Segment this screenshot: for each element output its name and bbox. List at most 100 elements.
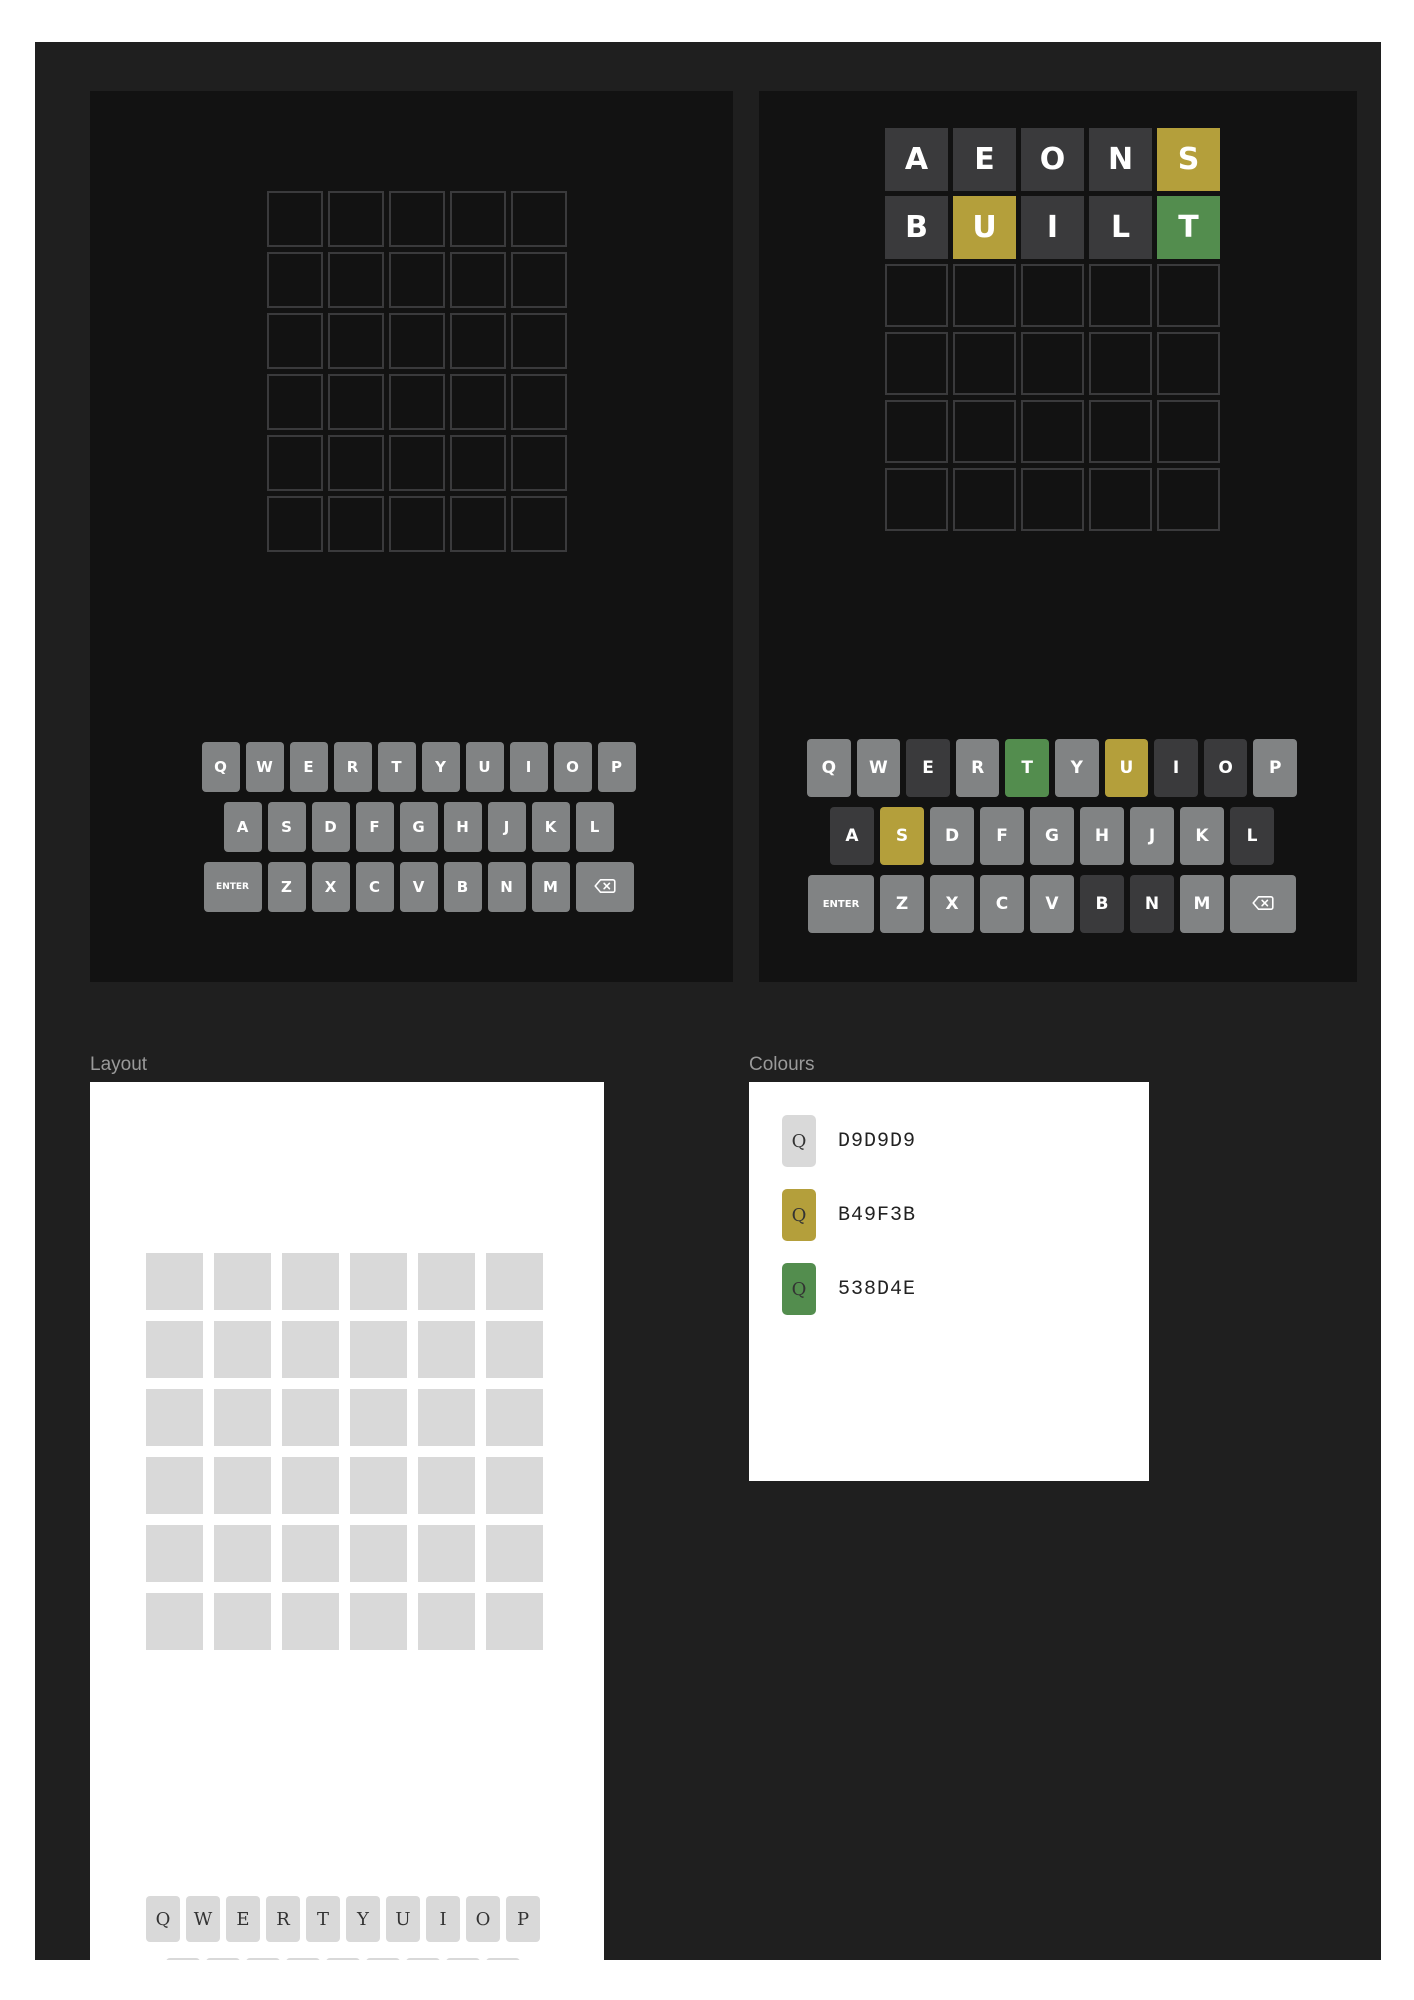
board-tile [1021, 400, 1084, 463]
enter-key[interactable]: ENTER [808, 875, 874, 933]
key-e[interactable]: E [289, 742, 328, 792]
board-tile: N [1089, 128, 1152, 191]
board-tile [389, 313, 445, 369]
key-x[interactable]: X [930, 875, 974, 933]
key-s[interactable]: S [880, 807, 924, 865]
key-c[interactable]: C [355, 862, 394, 912]
board-tile [450, 435, 506, 491]
layout-tile [214, 1321, 271, 1378]
layout-tile [214, 1389, 271, 1446]
board-tile [267, 313, 323, 369]
board-tile [267, 374, 323, 430]
board-tile [1157, 332, 1220, 395]
key-j[interactable]: J [1130, 807, 1174, 865]
key-m[interactable]: M [1180, 875, 1224, 933]
key-t[interactable]: T [377, 742, 416, 792]
key-stub [486, 1958, 520, 1960]
board-tile [1021, 264, 1084, 327]
key-e[interactable]: E [906, 739, 950, 797]
key-f[interactable]: F [355, 802, 394, 852]
key-h[interactable]: H [1080, 807, 1124, 865]
key-w[interactable]: W [245, 742, 284, 792]
keyboard-row: ENTER Z X C V B N M [807, 875, 1297, 933]
board-tile: U [953, 196, 1016, 259]
key-m[interactable]: M [531, 862, 570, 912]
key-p[interactable]: P [1253, 739, 1297, 797]
swatch-chip: Q [782, 1189, 816, 1241]
key-h[interactable]: H [443, 802, 482, 852]
key-u[interactable]: U [1104, 739, 1149, 797]
key-f[interactable]: F [980, 807, 1024, 865]
key-s[interactable]: S [267, 802, 306, 852]
key-i[interactable]: I [509, 742, 548, 792]
key-o[interactable]: O [1203, 739, 1248, 797]
key-t[interactable]: T [1005, 739, 1049, 797]
layout-tile [214, 1593, 271, 1650]
key-v[interactable]: V [1030, 875, 1074, 933]
layout-tile [146, 1389, 203, 1446]
board-tile [953, 400, 1016, 463]
key-q[interactable]: Q [201, 742, 240, 792]
layout-tile [214, 1525, 271, 1582]
key-d[interactable]: D [930, 807, 974, 865]
layout-tile [418, 1321, 475, 1378]
backspace-key[interactable] [575, 862, 634, 912]
layout-key-w: W [186, 1896, 220, 1942]
key-c[interactable]: C [980, 875, 1024, 933]
key-stub [446, 1958, 480, 1960]
board-tile: A [885, 128, 948, 191]
layout-tile [282, 1457, 339, 1514]
key-i[interactable]: I [1154, 739, 1198, 797]
key-v[interactable]: V [399, 862, 438, 912]
board-tile [328, 435, 384, 491]
board-tile [389, 252, 445, 308]
board-tile [450, 191, 506, 247]
key-o[interactable]: O [553, 742, 592, 792]
key-q[interactable]: Q [807, 739, 851, 797]
board-tile [1021, 468, 1084, 531]
key-j[interactable]: J [487, 802, 526, 852]
key-n[interactable]: N [1130, 875, 1174, 933]
board-tile [389, 374, 445, 430]
key-u[interactable]: U [465, 742, 504, 792]
board-tile: S [1157, 128, 1220, 191]
board-tile [450, 496, 506, 552]
key-r[interactable]: R [955, 739, 1000, 797]
layout-label: Layout [90, 1054, 148, 1075]
enter-key[interactable]: ENTER [203, 862, 262, 912]
key-x[interactable]: X [311, 862, 350, 912]
key-k[interactable]: K [531, 802, 570, 852]
layout-tile [214, 1253, 271, 1310]
key-r[interactable]: R [333, 742, 372, 792]
board-tile [450, 252, 506, 308]
layout-tile [146, 1457, 203, 1514]
key-p[interactable]: P [597, 742, 636, 792]
key-z[interactable]: Z [267, 862, 306, 912]
key-w[interactable]: W [856, 739, 901, 797]
layout-key-u: U [386, 1896, 420, 1942]
board-tile [885, 332, 948, 395]
key-n[interactable]: N [487, 862, 526, 912]
key-z[interactable]: Z [880, 875, 924, 933]
board-tile [1021, 332, 1084, 395]
backspace-key[interactable] [1230, 875, 1296, 933]
layout-tile [350, 1321, 407, 1378]
layout-tile [282, 1253, 339, 1310]
key-y[interactable]: Y [421, 742, 460, 792]
board-tile [953, 264, 1016, 327]
board-tile [267, 252, 323, 308]
layout-tile [146, 1525, 203, 1582]
key-d[interactable]: D [311, 802, 350, 852]
key-l[interactable]: L [575, 802, 614, 852]
key-b[interactable]: B [443, 862, 482, 912]
layout-tile [350, 1525, 407, 1582]
board-tile: I [1021, 196, 1084, 259]
key-a[interactable]: A [830, 807, 874, 865]
key-g[interactable]: G [399, 802, 438, 852]
key-l[interactable]: L [1230, 807, 1274, 865]
key-g[interactable]: G [1030, 807, 1074, 865]
key-b[interactable]: B [1080, 875, 1124, 933]
key-a[interactable]: A [223, 802, 262, 852]
key-y[interactable]: Y [1055, 739, 1099, 797]
key-k[interactable]: K [1180, 807, 1224, 865]
